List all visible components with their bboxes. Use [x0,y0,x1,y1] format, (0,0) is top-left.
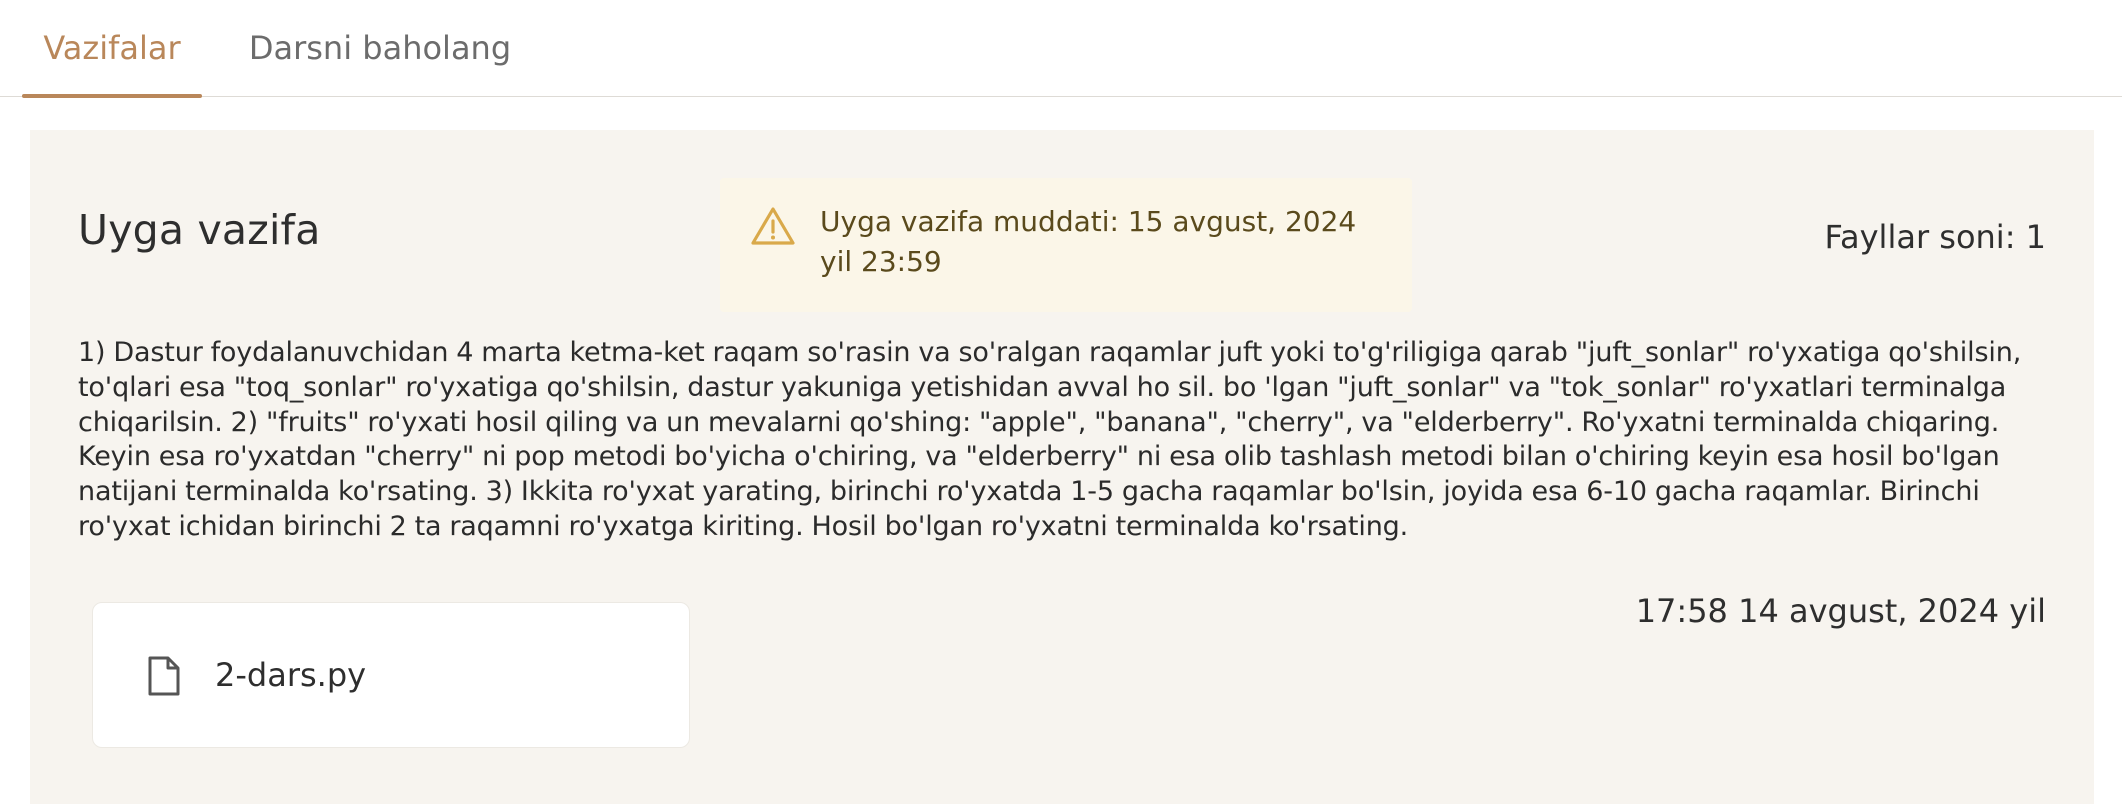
homework-description: 1) Dastur foydalanuvchidan 4 marta ketma… [78,337,2022,542]
active-tab-indicator [22,94,202,98]
deadline-text: Uyga vazifa muddati: 15 avgust, 2024 yil… [820,202,1380,282]
attachment-card[interactable]: 2-dars.py [92,602,690,748]
warning-triangle-icon [751,207,795,245]
deadline-alert: Uyga vazifa muddati: 15 avgust, 2024 yil… [720,178,1412,312]
upload-timestamp: 17:58 14 avgust, 2024 yil [1635,592,2046,630]
page-title: Uyga vazifa [78,206,321,254]
tab-darsni-baholang[interactable]: Darsni baholang [240,0,520,97]
tab-bar: Vazifalar Darsni baholang [0,0,2122,98]
attachment-file-name: 2-dars.py [215,656,367,694]
file-icon [148,656,180,696]
file-count: Fayllar soni: 1 [1824,218,2046,256]
deadline-line-2: yil 23:59 [820,245,942,278]
homework-panel: Uyga vazifa Uyga vazifa muddati: 15 avgu… [30,130,2094,804]
tab-label: Darsni baholang [248,29,512,67]
deadline-line-1: Uyga vazifa muddati: 15 avgust, 2024 [820,205,1357,238]
tab-vazifalar[interactable]: Vazifalar [22,0,202,98]
tab-label: Vazifalar [43,29,181,67]
